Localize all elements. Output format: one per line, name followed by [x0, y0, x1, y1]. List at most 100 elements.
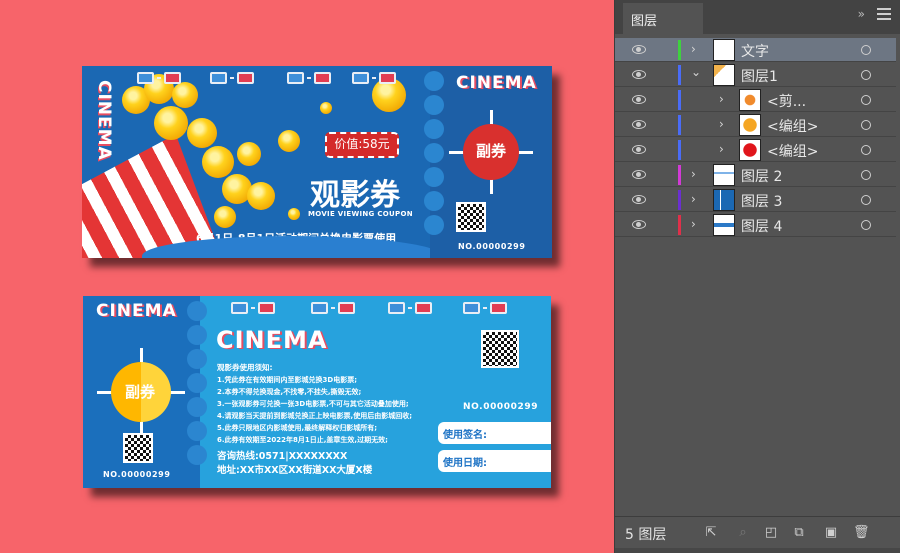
back-title: CINEMA: [216, 326, 328, 354]
target-circle-icon[interactable]: [861, 170, 871, 180]
3d-glasses-icon: [352, 72, 396, 84]
date-field[interactable]: 使用日期:: [438, 450, 551, 472]
stub-cinema-title: CINEMA: [456, 73, 537, 93]
target-circle-icon[interactable]: [861, 120, 871, 130]
layer-thumbnail: [739, 89, 761, 111]
expand-arrow-icon[interactable]: ›: [691, 217, 696, 231]
rule-item: 5.此券只限地区内影城使用,最终解释权归影城所有;: [217, 424, 377, 432]
3d-glasses-icon: [210, 72, 254, 84]
back-crosshair-badge: 副券: [97, 348, 185, 436]
rule-item: 2.本券不得兑换现金,不找零,不挂失,撕毁无效;: [217, 388, 362, 396]
expand-arrow-icon[interactable]: ›: [691, 167, 696, 181]
3d-glasses-icon: [311, 302, 355, 314]
tab-layers[interactable]: 图层: [623, 3, 703, 34]
price-tag: 价值:58元: [325, 132, 399, 158]
trash-icon[interactable]: 🗑: [853, 525, 870, 541]
visibility-eye-icon[interactable]: [632, 45, 646, 54]
perforation: [424, 71, 444, 235]
new-sublayer-icon[interactable]: ⧉: [791, 525, 807, 541]
expand-arrow-icon[interactable]: ›: [719, 92, 724, 106]
target-circle-icon[interactable]: [861, 70, 871, 80]
expand-arrow-icon[interactable]: ›: [719, 142, 724, 156]
qr-code: [123, 433, 153, 463]
rule-item: 1.凭此券在有效期间内至影城兑换3D电影票;: [217, 376, 358, 384]
search-icon[interactable]: ⌕: [735, 525, 751, 541]
3d-glasses-icon: [231, 302, 275, 314]
rule-item: 3.一张观影券可兑换一张3D电影票,不可与其它活动叠加使用;: [217, 400, 409, 408]
artboard-canvas[interactable]: CINEMA 价值:58元 观影券 MOVIE VIEWING COUPON 6…: [0, 0, 612, 553]
layer-row[interactable]: › <剪...: [615, 88, 896, 112]
ticket-front[interactable]: CINEMA 价值:58元 观影券 MOVIE VIEWING COUPON 6…: [82, 66, 552, 258]
layer-name[interactable]: 图层 2: [741, 166, 782, 186]
date-label: 使用日期:: [443, 458, 487, 469]
layer-thumbnail: [713, 39, 735, 61]
layer-thumbnail: [739, 139, 761, 161]
layer-row[interactable]: › 图层 4: [615, 213, 896, 237]
layer-name[interactable]: 图层 3: [741, 191, 782, 211]
ticket-back[interactable]: CINEMA 副券 NO.00000299 CINEMA 观影券使用须知: 1.…: [83, 296, 551, 488]
layer-color-bar: [678, 140, 681, 160]
layer-color-bar: [678, 115, 681, 135]
ticket-subtitle: MOVIE VIEWING COUPON: [308, 210, 413, 218]
back-stub: CINEMA 副券 NO.00000299: [83, 296, 207, 488]
vertical-cinema-title: CINEMA: [94, 80, 114, 161]
expand-arrow-icon[interactable]: ›: [691, 192, 696, 206]
layer-name[interactable]: <剪...: [767, 91, 806, 111]
layer-color-bar: [678, 190, 681, 210]
layer-row[interactable]: › 文字: [615, 38, 896, 62]
perforation: [187, 301, 207, 465]
layer-name[interactable]: 图层1: [741, 66, 778, 86]
visibility-eye-icon[interactable]: [632, 95, 646, 104]
crosshair-badge: 副券: [449, 110, 533, 194]
export-icon[interactable]: ⇱: [703, 525, 719, 541]
layer-name[interactable]: 图层 4: [741, 216, 782, 236]
stub-serial: NO.00000299: [458, 242, 526, 251]
layer-row[interactable]: › 图层 3: [615, 188, 896, 212]
layer-color-bar: [678, 40, 681, 60]
back-stub-cinema-title: CINEMA: [96, 301, 177, 321]
layer-color-bar: [678, 65, 681, 85]
visibility-eye-icon[interactable]: [632, 145, 646, 154]
back-serial: NO.00000299: [463, 402, 539, 412]
new-layer-icon[interactable]: ▣: [823, 525, 839, 541]
layer-name[interactable]: <编组>: [767, 116, 818, 136]
visibility-eye-icon[interactable]: [632, 170, 646, 179]
layer-row[interactable]: › <编组>: [615, 138, 896, 162]
signature-field[interactable]: 使用签名:: [438, 422, 551, 444]
layer-color-bar: [678, 90, 681, 110]
visibility-eye-icon[interactable]: [632, 120, 646, 129]
target-circle-icon[interactable]: [861, 145, 871, 155]
layer-count: 5 图层: [625, 527, 667, 543]
layer-color-bar: [678, 215, 681, 235]
target-circle-icon[interactable]: [861, 45, 871, 55]
layer-color-bar: [678, 165, 681, 185]
panel-header: 图层 »: [615, 0, 900, 34]
panel-menu-icon[interactable]: [877, 8, 891, 20]
rules-list: 1.凭此券在有效期间内至影城兑换3D电影票; 2.本券不得兑换现金,不找零,不挂…: [217, 374, 447, 446]
layer-row[interactable]: ⌄ 图层1: [615, 63, 896, 87]
layer-thumbnail: [713, 164, 735, 186]
back-stub-serial: NO.00000299: [103, 470, 171, 479]
layer-row[interactable]: › 图层 2: [615, 163, 896, 187]
layer-row[interactable]: › <编组>: [615, 113, 896, 137]
layer-thumbnail: [713, 214, 735, 236]
collapse-panel-icon[interactable]: »: [858, 7, 865, 21]
hotline: 咨询热线:0571|XXXXXXXX: [217, 451, 348, 462]
layer-name[interactable]: <编组>: [767, 141, 818, 161]
visibility-eye-icon[interactable]: [632, 220, 646, 229]
rule-item: 4.请观影当天提前到影城兑换正上映电影票,使用后由影城回收;: [217, 412, 412, 420]
visibility-eye-icon[interactable]: [632, 195, 646, 204]
expand-arrow-icon[interactable]: ›: [719, 117, 724, 131]
target-circle-icon[interactable]: [861, 95, 871, 105]
collapse-arrow-icon[interactable]: ⌄: [691, 65, 701, 79]
3d-glasses-icon: [287, 72, 331, 84]
expand-arrow-icon[interactable]: ›: [691, 42, 696, 56]
target-circle-icon[interactable]: [861, 220, 871, 230]
layer-name[interactable]: 文字: [741, 41, 769, 61]
horizontal-scrollbar[interactable]: [615, 548, 900, 553]
clipping-mask-icon[interactable]: ◰: [763, 525, 779, 541]
visibility-eye-icon[interactable]: [632, 70, 646, 79]
ticket-stub: CINEMA 副券 NO.00000299: [424, 66, 552, 258]
address: 地址:XX市XX区XX街道XX大厦X楼: [217, 465, 373, 476]
target-circle-icon[interactable]: [861, 195, 871, 205]
